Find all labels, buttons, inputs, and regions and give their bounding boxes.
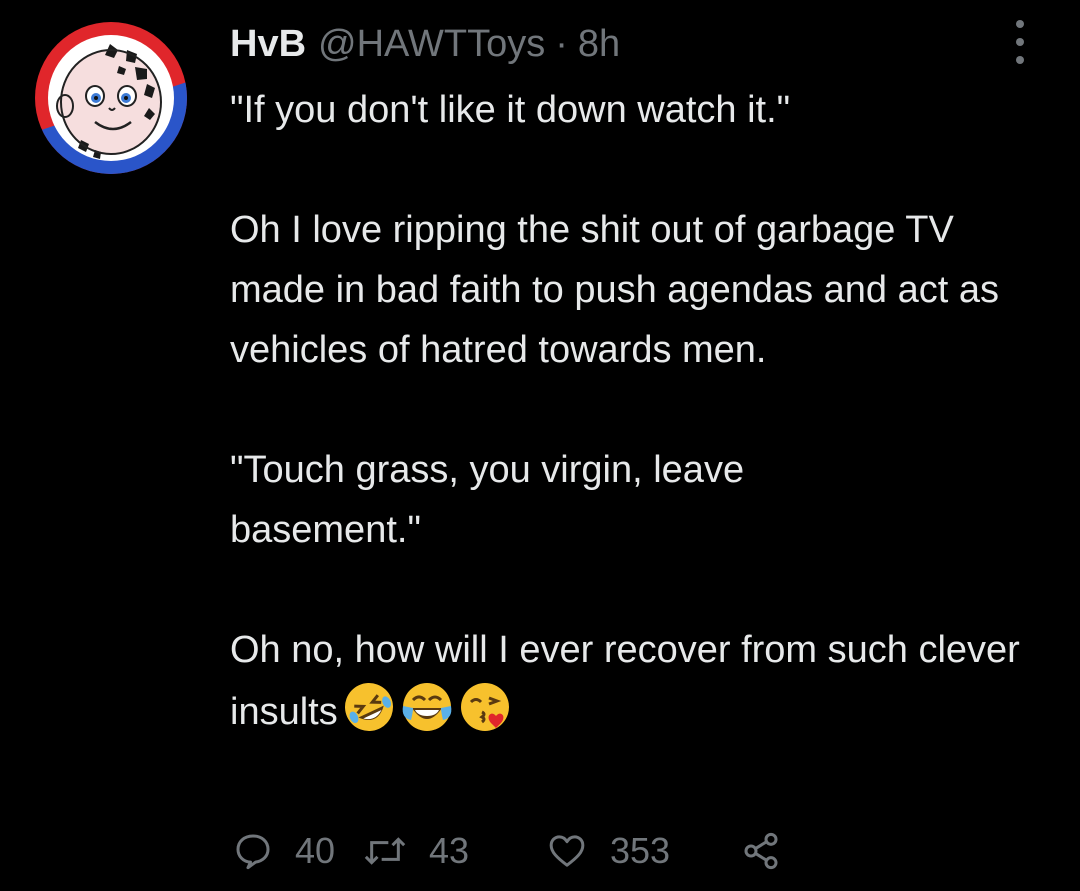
avatar[interactable] xyxy=(35,22,187,174)
retweet-count: 43 xyxy=(429,830,470,871)
more-options-dot xyxy=(1016,56,1024,64)
retweet-button[interactable]: 43 xyxy=(363,830,546,872)
display-name[interactable]: HvB xyxy=(230,23,306,66)
like-count: 353 xyxy=(610,830,671,871)
share-icon xyxy=(744,832,778,870)
tweet-text: "If you don't like it down watch it." Oh… xyxy=(230,80,1050,742)
tweet-paragraph: "Touch grass, you virgin, leave basement… xyxy=(230,449,745,551)
user-handle[interactable]: @HAWTToys xyxy=(318,23,545,66)
header-separator: · xyxy=(555,22,568,65)
tweet-timestamp[interactable]: 8h xyxy=(578,23,620,66)
reply-icon xyxy=(236,834,270,870)
reply-count: 40 xyxy=(295,830,336,871)
more-options-dot xyxy=(1016,38,1024,46)
face-blowing-kiss-icon xyxy=(460,683,509,731)
face-with-tears-of-joy-icon xyxy=(402,683,452,731)
tweet-paragraph-last: Oh no, how will I ever recover from such… xyxy=(230,620,1050,742)
more-options-icon[interactable] xyxy=(1005,20,1035,64)
tweet-actions: 40 43 353 xyxy=(233,826,783,876)
retweet-icon xyxy=(364,837,406,865)
reply-button[interactable]: 40 xyxy=(233,830,363,872)
like-button[interactable]: 353 xyxy=(546,830,739,872)
tweet-paragraph: "If you don't like it down watch it." xyxy=(230,89,791,131)
share-button[interactable] xyxy=(739,831,783,871)
tweet-header: HvB @HAWTToys · 8h xyxy=(230,18,620,70)
heart-icon xyxy=(549,835,585,867)
more-options-dot xyxy=(1016,20,1024,28)
tweet-paragraph: Oh I love ripping the shit out of garbag… xyxy=(230,209,999,371)
rolling-on-floor-laughing-icon xyxy=(344,683,393,731)
